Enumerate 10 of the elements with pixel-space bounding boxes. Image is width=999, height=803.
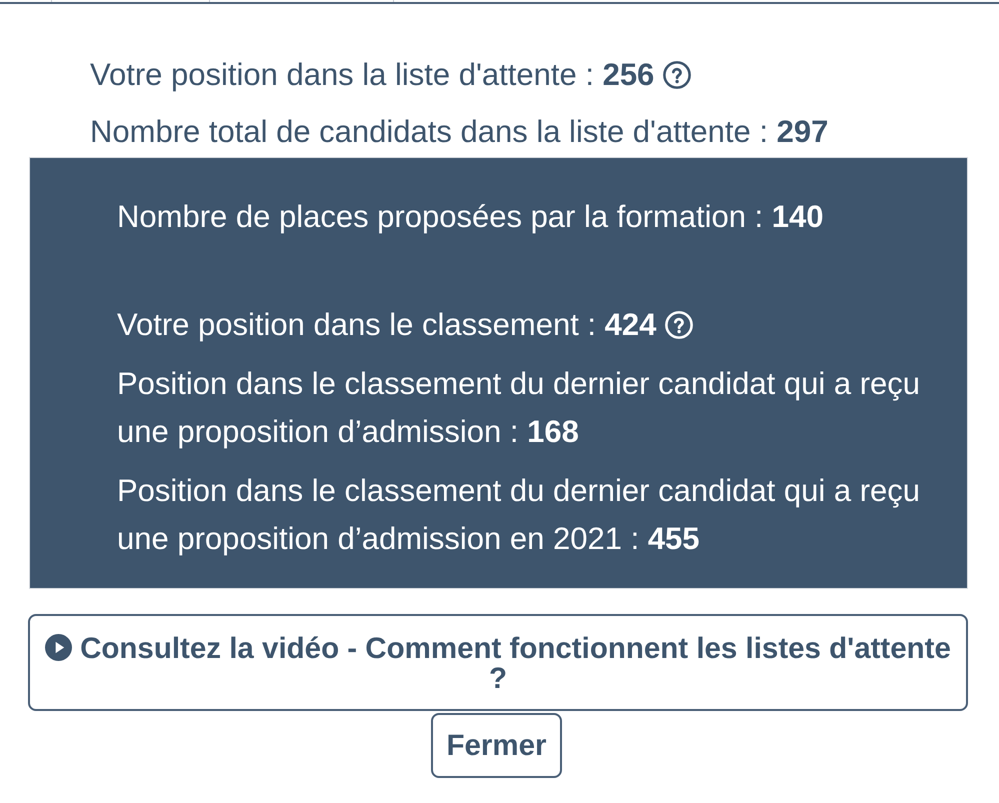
video-button[interactable]: Consultez la vidéo - Comment fonctionnent les listes d'attente ? [28,614,968,711]
info-text: Position dans le classement du dernier candidat qui a reçu une proposition d’admission en 2021 : 455 [117,472,922,558]
info-text: Nombre de places proposées par la formation : 140 [117,198,824,236]
info-text: Votre position dans le classement : 424 [117,306,656,344]
help-icon[interactable] [663,61,692,89]
info-text: Nombre total de candidats dans la liste d'attente : 297 [90,113,828,151]
close-button[interactable]: Fermer [431,713,562,778]
play-icon [45,634,72,661]
info-text: Position dans le classement du dernier candidat qui a reçu une proposition d’admission : 168 [117,365,922,451]
info-text: Votre position dans la liste d'attente : 256 [90,56,654,94]
